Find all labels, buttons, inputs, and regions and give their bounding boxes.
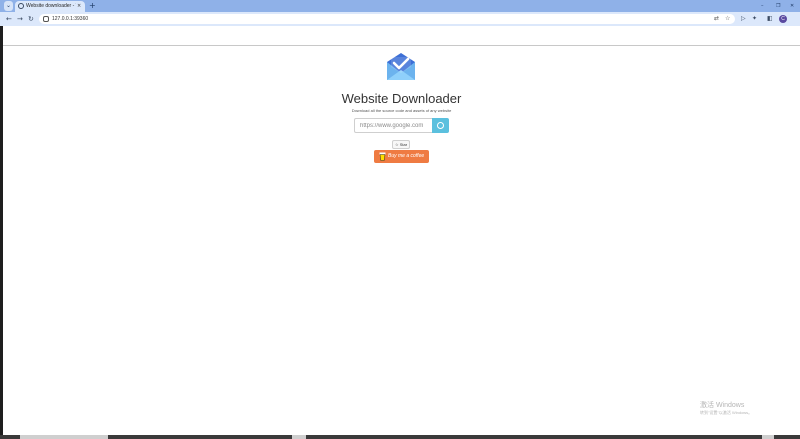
watermark-title: 激活 Windows: [700, 402, 745, 409]
new-tab-button[interactable]: +: [89, 0, 96, 12]
taskbar-item[interactable]: [292, 435, 306, 439]
address-url[interactable]: 127.0.0.1:39360: [52, 14, 88, 24]
taskbar-item[interactable]: [762, 435, 774, 439]
sidebar-icon[interactable]: ◧: [767, 12, 773, 26]
envelope-check-logo-icon: [387, 53, 415, 80]
extensions-icon[interactable]: ✦: [752, 12, 757, 26]
window-left-edge: [0, 26, 3, 439]
browser-window: ⌄ Website downloader - Take × + – ❐ ✕ ← …: [0, 0, 800, 437]
minimize-button[interactable]: –: [761, 0, 764, 12]
reload-icon[interactable]: ↻: [28, 12, 34, 26]
tab-search-icon[interactable]: ⌄: [4, 1, 13, 11]
bookmark-star-icon[interactable]: ☆: [725, 14, 730, 24]
buy-me-a-coffee-label: Buy me a coffee: [388, 153, 425, 159]
tab-close-button[interactable]: ×: [77, 1, 81, 12]
forward-arrow-icon[interactable]: →: [17, 12, 23, 26]
browser-tab-active[interactable]: Website downloader - Take ×: [15, 1, 85, 12]
windows-activation-watermark: 激活 Windows 转到"设置"以激活 Windows。: [700, 401, 752, 416]
tab-strip: ⌄ Website downloader - Take × + – ❐ ✕: [0, 0, 800, 12]
page-title: Website Downloader: [341, 91, 462, 106]
os-taskbar: [0, 435, 800, 439]
address-bar[interactable]: 127.0.0.1:39360 ⇄ ☆: [39, 14, 735, 24]
site-info-icon[interactable]: [43, 16, 49, 22]
page-header-bar: [3, 26, 800, 46]
website-url-input[interactable]: [354, 118, 432, 133]
translate-icon[interactable]: ⇄: [714, 14, 719, 24]
page-favicon-icon: [18, 3, 24, 9]
download-go-icon: [437, 122, 444, 129]
profile-avatar[interactable]: C: [779, 15, 787, 23]
star-label: Star: [399, 142, 408, 147]
media-icon[interactable]: ▷: [741, 12, 746, 26]
close-window-button[interactable]: ✕: [790, 0, 794, 12]
download-go-button[interactable]: [432, 118, 449, 133]
watermark-subtitle: 转到"设置"以激活 Windows。: [700, 410, 753, 415]
back-arrow-icon[interactable]: ←: [6, 12, 12, 26]
tab-title: Website downloader - Take: [26, 3, 76, 9]
coffee-cup-icon: [379, 152, 386, 161]
page-subtitle: Download all the source code and assets …: [351, 108, 452, 113]
buy-me-a-coffee-button[interactable]: Buy me a coffee: [374, 150, 429, 163]
taskbar-item[interactable]: [20, 435, 108, 439]
restore-button[interactable]: ❐: [776, 0, 780, 12]
browser-toolbar: ← → ↻ 127.0.0.1:39360 ⇄ ☆ ▷ ✦ ◧ C: [0, 12, 800, 26]
star-icon: ☆: [394, 142, 399, 147]
github-star-button[interactable]: ☆ Star: [392, 140, 410, 149]
